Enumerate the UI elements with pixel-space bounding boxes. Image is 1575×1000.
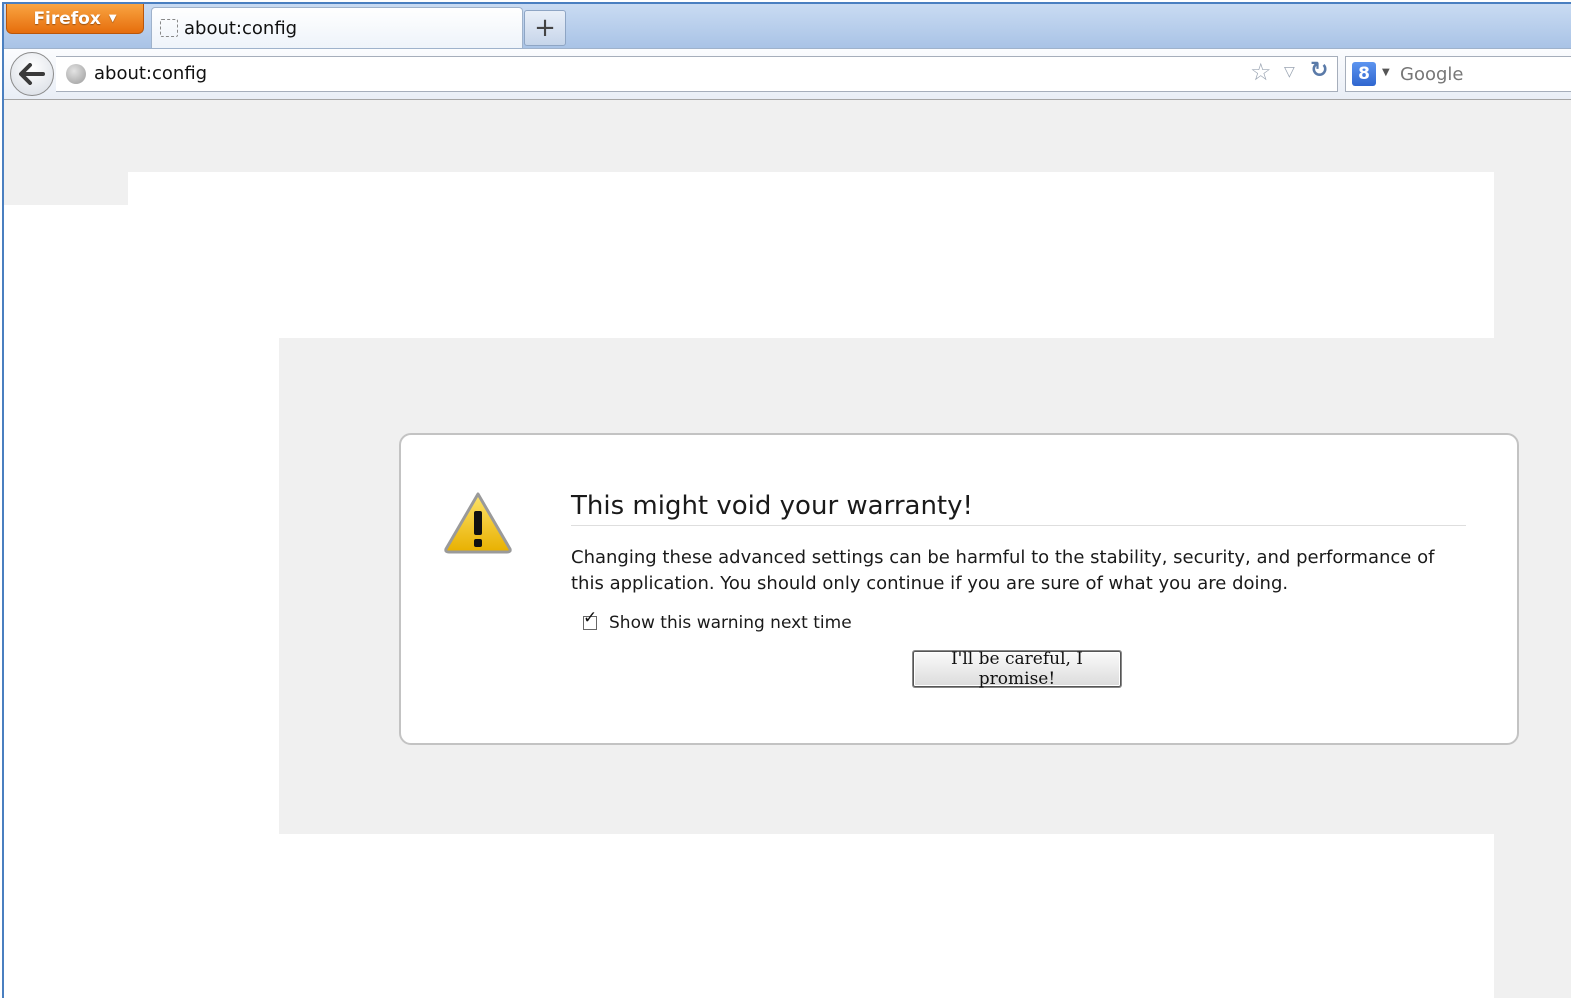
navigation-bar: about:config ☆ ▽ ↻ 8 ▼ Google	[4, 48, 1571, 100]
new-tab-button[interactable]: +	[524, 10, 566, 46]
firefox-menu-button[interactable]: Firefox ▼	[6, 4, 144, 34]
search-bar[interactable]: 8 ▼ Google	[1345, 56, 1571, 92]
warning-dialog: This might void your warranty! Changing …	[399, 433, 1519, 745]
search-engine-icon[interactable]: 8	[1352, 62, 1376, 86]
warning-title: This might void your warranty!	[571, 491, 1466, 526]
tab-about-config[interactable]: about:config	[151, 7, 523, 48]
search-input[interactable]: Google	[1400, 64, 1463, 85]
tab-title: about:config	[184, 17, 298, 39]
tab-strip: Firefox ▼ about:config +	[4, 4, 1571, 48]
globe-icon	[66, 64, 86, 84]
url-text: about:config	[94, 63, 208, 84]
url-bar[interactable]: about:config ☆ ▽ ↻	[56, 56, 1338, 92]
reload-icon[interactable]: ↻	[1310, 60, 1328, 82]
blank-page-icon	[160, 19, 178, 37]
chevron-down-icon: ▼	[108, 13, 117, 24]
background-band	[4, 172, 128, 205]
star-icon[interactable]: ☆	[1250, 60, 1272, 84]
back-button[interactable]	[10, 52, 54, 96]
browser-window: Firefox ▼ about:config + about:config ☆ …	[2, 2, 1571, 998]
confirm-careful-button[interactable]: I'll be careful, I promise!	[913, 649, 1121, 689]
dropdown-arrow-icon[interactable]: ▽	[1284, 65, 1295, 79]
back-arrow-icon	[19, 63, 45, 85]
background-band	[4, 100, 1494, 172]
warning-triangle-icon	[444, 492, 512, 554]
show-warning-checkbox[interactable]: ✓	[583, 610, 597, 630]
show-warning-label[interactable]: Show this warning next time	[609, 613, 852, 633]
show-warning-row[interactable]: ✓ Show this warning next time	[583, 610, 852, 633]
page-content: This might void your warranty! Changing …	[4, 100, 1571, 998]
checkmark-icon: ✓	[583, 608, 598, 628]
chevron-down-icon[interactable]: ▼	[1382, 67, 1390, 78]
firefox-menu-label: Firefox	[33, 8, 101, 29]
warning-message: Changing these advanced settings can be …	[571, 547, 1435, 594]
